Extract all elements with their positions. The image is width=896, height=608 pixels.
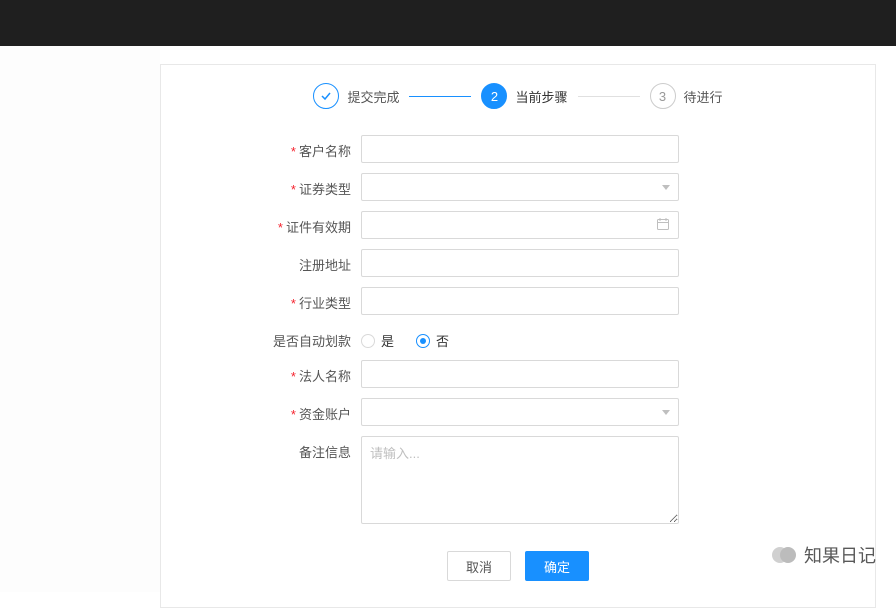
form: *客户名称 *证券类型 *证件有效期 <box>161 129 875 607</box>
label-valid-date: *证件有效期 <box>201 211 361 236</box>
row-remark: 备注信息 <box>201 436 835 527</box>
step-done-label: 提交完成 <box>347 87 399 106</box>
radio-no[interactable]: 否 <box>416 331 449 350</box>
radio-no-label: 否 <box>436 331 449 350</box>
chevron-down-icon <box>662 185 670 190</box>
step-current: 2 当前步骤 <box>481 83 567 109</box>
topbar <box>0 0 896 46</box>
check-icon <box>313 83 339 109</box>
calendar-icon <box>656 217 670 234</box>
reg-address-input[interactable] <box>361 249 679 277</box>
label-industry-type: *行业类型 <box>201 287 361 312</box>
valid-date-picker[interactable] <box>361 211 679 239</box>
step-number-icon: 3 <box>650 83 676 109</box>
page: 提交完成 2 当前步骤 3 待进行 *客户名称 *证券类型 <box>0 46 896 608</box>
industry-type-input[interactable] <box>361 287 679 315</box>
label-customer-name: *客户名称 <box>201 135 361 160</box>
cancel-button[interactable]: 取消 <box>447 551 511 581</box>
row-valid-date: *证件有效期 <box>201 211 835 239</box>
row-industry-type: *行业类型 <box>201 287 835 315</box>
form-panel: 提交完成 2 当前步骤 3 待进行 *客户名称 *证券类型 <box>160 64 876 608</box>
row-auto-deduct: 是否自动划款 是 否 <box>201 325 835 350</box>
form-actions: 取消 确定 <box>201 537 835 587</box>
step-number-icon: 2 <box>481 83 507 109</box>
row-security-type: *证券类型 <box>201 173 835 201</box>
row-fund-account: *资金账户 <box>201 398 835 426</box>
row-legal-name: *法人名称 <box>201 360 835 388</box>
label-reg-address: 注册地址 <box>201 249 361 274</box>
customer-name-input[interactable] <box>361 135 679 163</box>
step-wait-label: 待进行 <box>684 87 723 106</box>
label-legal-name: *法人名称 <box>201 360 361 385</box>
security-type-select[interactable] <box>361 173 679 201</box>
step-wait: 3 待进行 <box>650 83 723 109</box>
chevron-down-icon <box>662 410 670 415</box>
steps-bar: 提交完成 2 当前步骤 3 待进行 <box>161 65 875 129</box>
row-reg-address: 注册地址 <box>201 249 835 277</box>
label-fund-account: *资金账户 <box>201 398 361 423</box>
fund-account-select[interactable] <box>361 398 679 426</box>
radio-yes[interactable]: 是 <box>361 331 394 350</box>
label-auto-deduct: 是否自动划款 <box>201 325 361 350</box>
label-remark: 备注信息 <box>201 436 361 461</box>
ok-button[interactable]: 确定 <box>525 551 589 581</box>
step-current-label: 当前步骤 <box>515 87 567 106</box>
step-connector <box>578 96 640 97</box>
left-sidebar-space <box>0 46 160 592</box>
remark-textarea[interactable] <box>361 436 679 524</box>
radio-yes-label: 是 <box>381 331 394 350</box>
row-customer-name: *客户名称 <box>201 135 835 163</box>
step-done: 提交完成 <box>313 83 399 109</box>
auto-deduct-radio-group: 是 否 <box>361 325 679 350</box>
label-security-type: *证券类型 <box>201 173 361 198</box>
step-connector <box>409 96 471 97</box>
legal-name-input[interactable] <box>361 360 679 388</box>
